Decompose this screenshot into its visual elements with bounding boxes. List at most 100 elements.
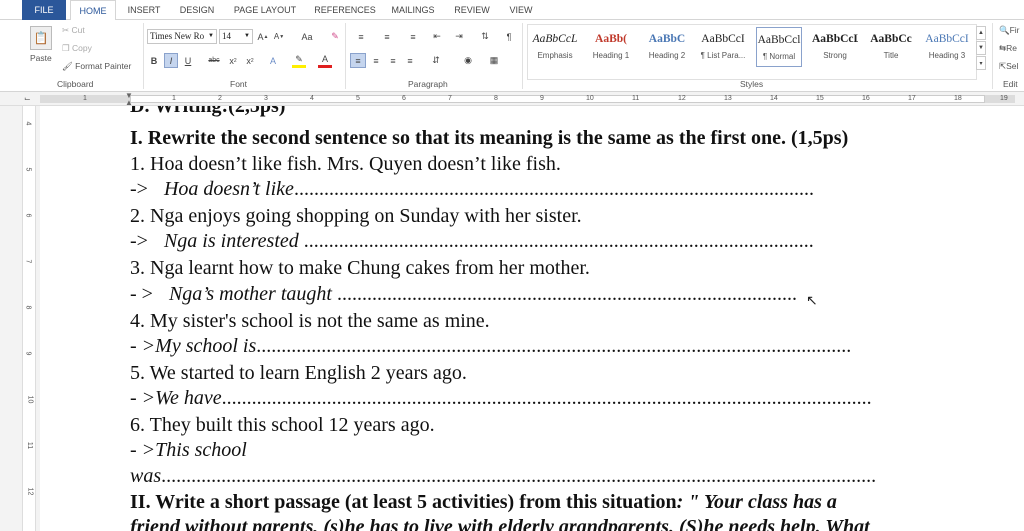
italic-icon[interactable]: I xyxy=(164,53,178,68)
style-item[interactable]: AaBbCc Title xyxy=(868,27,914,67)
line-spacing-icon[interactable]: ⇵ xyxy=(428,53,444,68)
shading-icon[interactable]: ◉ xyxy=(460,53,476,68)
answer-1[interactable]: -> Hoa doesn’t like......................… xyxy=(130,178,814,201)
answer-5-text: - >We have xyxy=(130,387,222,409)
subscript-icon[interactable]: x2 xyxy=(226,53,240,68)
shrink-font-icon[interactable]: A ▼ xyxy=(273,29,285,44)
divider xyxy=(992,23,993,89)
select-label: Sel xyxy=(1006,61,1019,71)
answer-6-was: was xyxy=(130,465,162,487)
exercise-2-heading: II. Write a short passage (at least 5 ac… xyxy=(130,491,837,514)
format-painter-label: Format Painter xyxy=(75,61,132,71)
divider xyxy=(522,23,523,89)
multilevel-list-icon[interactable]: ≡ xyxy=(404,29,422,44)
divider xyxy=(143,23,144,89)
style-item[interactable]: AaBbCcI Heading 3 xyxy=(924,27,970,67)
exercise-2-quote: : " Your class has a xyxy=(676,491,837,513)
text-effects-icon[interactable]: A xyxy=(266,53,280,68)
answer-6[interactable]: - >This school xyxy=(130,439,247,462)
exercise-heading: I. Rewrite the second sentence so that i… xyxy=(130,127,849,149)
style-item[interactable]: AaBbCcI ¶ List Para... xyxy=(700,27,746,67)
answer-6-continued[interactable]: was.....................................… xyxy=(130,465,876,488)
ribbon: 📋 Paste ✂ Cut ❐ Copy 🖌 Format Painter Cl… xyxy=(0,20,1024,92)
tab-references[interactable]: REFERENCES xyxy=(312,0,378,20)
sort-icon[interactable]: ⇅ xyxy=(478,29,492,44)
bullets-icon[interactable]: ≡ xyxy=(352,29,370,44)
indent-marker-icon[interactable]: ▼ ▲ xyxy=(125,92,135,107)
answer-2[interactable]: -> Nga is interested ....................… xyxy=(130,230,814,253)
vertical-ruler-number: 7 xyxy=(24,259,32,264)
change-case-label: Aa xyxy=(301,31,313,42)
styles-scroll-down-icon[interactable]: ▼ xyxy=(976,41,986,55)
answer-1-arrow: -> xyxy=(130,178,148,200)
find-button[interactable]: 🔍Fir xyxy=(999,25,1020,36)
change-case-button[interactable]: Aa xyxy=(295,29,319,44)
cut-label: Cut xyxy=(71,25,85,35)
style-preview: AaBbC xyxy=(648,33,686,45)
font-name-combo[interactable]: Times New Ro ▼ xyxy=(147,29,217,44)
decrease-indent-icon[interactable]: ⇤ xyxy=(430,29,444,44)
copy-button[interactable]: ❐ Copy xyxy=(62,43,92,54)
answer-5[interactable]: - >We have..............................… xyxy=(130,387,872,410)
document-page[interactable]: D. Writing:(2,5ps) I. Rewrite the second… xyxy=(40,106,1024,531)
styles-more-icon[interactable]: ▾ xyxy=(976,56,986,70)
font-color-icon[interactable]: A xyxy=(318,53,332,68)
ruler-number: 3 xyxy=(264,95,268,102)
align-left-icon[interactable]: ≡ xyxy=(350,53,366,68)
tab-design[interactable]: DESIGN xyxy=(174,0,220,20)
superscript-icon[interactable]: x2 xyxy=(243,53,257,68)
tab-selector-icon[interactable]: ⌙ xyxy=(24,94,34,104)
answer-2-text: Nga is interested xyxy=(163,230,299,252)
highlight-icon[interactable]: ✎ xyxy=(292,53,306,68)
select-button[interactable]: ⇱Sel xyxy=(999,61,1018,72)
vertical-ruler-number: 6 xyxy=(24,213,32,218)
style-item[interactable]: AaBbCcl ¶ Normal xyxy=(756,27,802,67)
style-item[interactable]: AaBbC Heading 2 xyxy=(644,27,690,67)
tab-review[interactable]: REVIEW xyxy=(450,0,494,20)
style-name: ¶ Normal xyxy=(762,52,796,61)
style-item[interactable]: AaBbCcL Strong xyxy=(812,27,858,67)
increase-indent-icon[interactable]: ⇥ xyxy=(452,29,466,44)
numbering-icon[interactable]: ≡ xyxy=(378,29,396,44)
ruler-number: 14 xyxy=(770,95,778,102)
vertical-ruler-number: 9 xyxy=(24,351,32,356)
horizontal-ruler[interactable]: ⌙ ▼ ▲ 1 1 2 3 4 5 6 7 8 9 10 11 12 13 14 15 16 17 18 19 xyxy=(0,92,1024,107)
replace-label: Re xyxy=(1006,43,1017,53)
styles-scroll-up-icon[interactable]: ▲ xyxy=(976,26,986,40)
format-painter-button[interactable]: 🖌 Format Painter xyxy=(62,61,131,72)
ruler-number: 16 xyxy=(862,95,870,102)
font-size-combo[interactable]: 14 ▼ xyxy=(219,29,253,44)
align-right-icon[interactable]: ≡ xyxy=(386,53,400,68)
paste-icon[interactable]: 📋 xyxy=(30,26,52,50)
bold-icon[interactable]: B xyxy=(148,53,160,68)
tab-home[interactable]: HOME xyxy=(70,0,116,21)
tab-mailings[interactable]: MAILINGS xyxy=(388,0,438,20)
grow-font-icon[interactable]: A ▲ xyxy=(257,29,269,44)
paste-button[interactable]: Paste xyxy=(30,53,52,63)
style-item[interactable]: AaBb(Heading 1 xyxy=(588,27,634,67)
tab-file[interactable]: FILE xyxy=(22,0,66,20)
answer-3[interactable]: - > Nga’s mother taught .................… xyxy=(130,283,797,306)
tab-insert[interactable]: INSERT xyxy=(122,0,166,20)
question-5: 5. We started to learn English 2 years a… xyxy=(130,362,467,384)
justify-icon[interactable]: ≡ xyxy=(403,53,417,68)
tab-page-layout[interactable]: PAGE LAYOUT xyxy=(230,0,300,20)
vertical-ruler-number: 8 xyxy=(24,305,32,310)
ribbon-tabs: FILE HOME INSERT DESIGN PAGE LAYOUT REFE… xyxy=(0,0,1024,21)
replace-button[interactable]: ⇆Re xyxy=(999,43,1017,54)
show-marks-icon[interactable]: ¶ xyxy=(502,29,516,44)
borders-icon[interactable]: ▦ xyxy=(486,53,502,68)
style-item[interactable]: AaBbCcL Emphasis xyxy=(532,27,578,67)
answer-3-blank: ........................................… xyxy=(331,283,797,305)
clear-formatting-icon[interactable]: ✎ xyxy=(328,29,342,44)
strikethrough-icon[interactable]: abc xyxy=(206,53,222,68)
cut-button[interactable]: ✂ Cut xyxy=(62,25,85,36)
underline-icon[interactable]: U xyxy=(181,53,195,68)
tab-view[interactable]: VIEW xyxy=(504,0,538,20)
answer-4[interactable]: - >My school is.........................… xyxy=(130,335,851,358)
clipboard-group-label: Clipboard xyxy=(57,79,94,89)
ruler-text-area xyxy=(130,95,985,103)
chevron-down-icon: ▼ xyxy=(244,33,250,39)
align-center-icon[interactable]: ≡ xyxy=(369,53,383,68)
answer-1-blank: ........................................… xyxy=(293,178,814,200)
